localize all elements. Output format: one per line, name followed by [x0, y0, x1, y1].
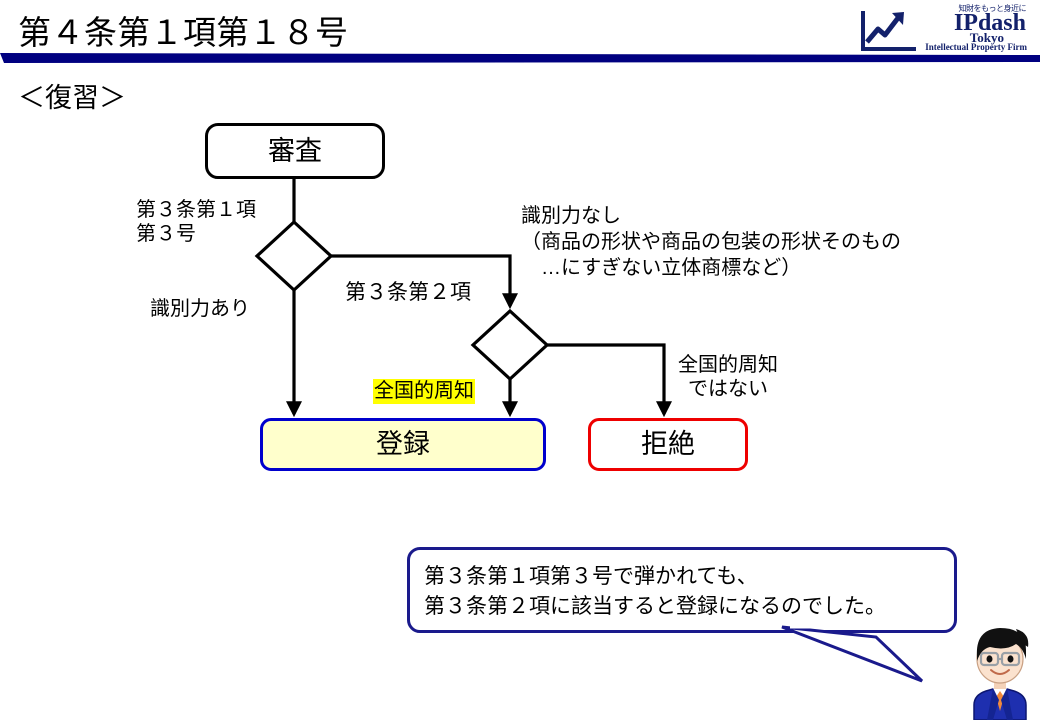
- speech-bubble-tail: [781, 625, 924, 683]
- speech-bubble: 第３条第１項第３号で弾かれても、 第３条第２項に該当すると登録になるのでした。: [407, 547, 957, 633]
- flow-label-distinctive-yes: 識別力あり: [150, 298, 250, 320]
- page-title: 第４条第１項第１８号: [18, 14, 348, 51]
- flow-label-not-nationwide: 全国的周知 ではない: [678, 354, 778, 400]
- flow-label-article3-2: 第３条第２項: [345, 281, 471, 304]
- chart-arrow-icon: [861, 11, 916, 51]
- flow-label-nationwide-known: 全国的周知: [373, 379, 475, 404]
- ipdash-logo: 知財をもっと身近に IPdash Tokyo Intellectual Prop…: [858, 3, 1030, 55]
- flow-node-registration: 登録: [260, 418, 546, 471]
- logo-firm-line: Intellectual Property Firm: [925, 42, 1027, 52]
- flow-label-article3-1-3: 第３条第１項 第３号: [136, 199, 256, 245]
- section-subtitle: ＜復習＞: [18, 83, 126, 113]
- flow-node-rejection: 拒絶: [588, 418, 748, 471]
- flow-node-examination: 審査: [205, 123, 385, 179]
- flow-label-no-distinctiveness: 識別力なし （商品の形状や商品の包装の形状そのもの …にすぎない立体商標など）: [521, 205, 901, 279]
- presenter-avatar: [973, 628, 1029, 720]
